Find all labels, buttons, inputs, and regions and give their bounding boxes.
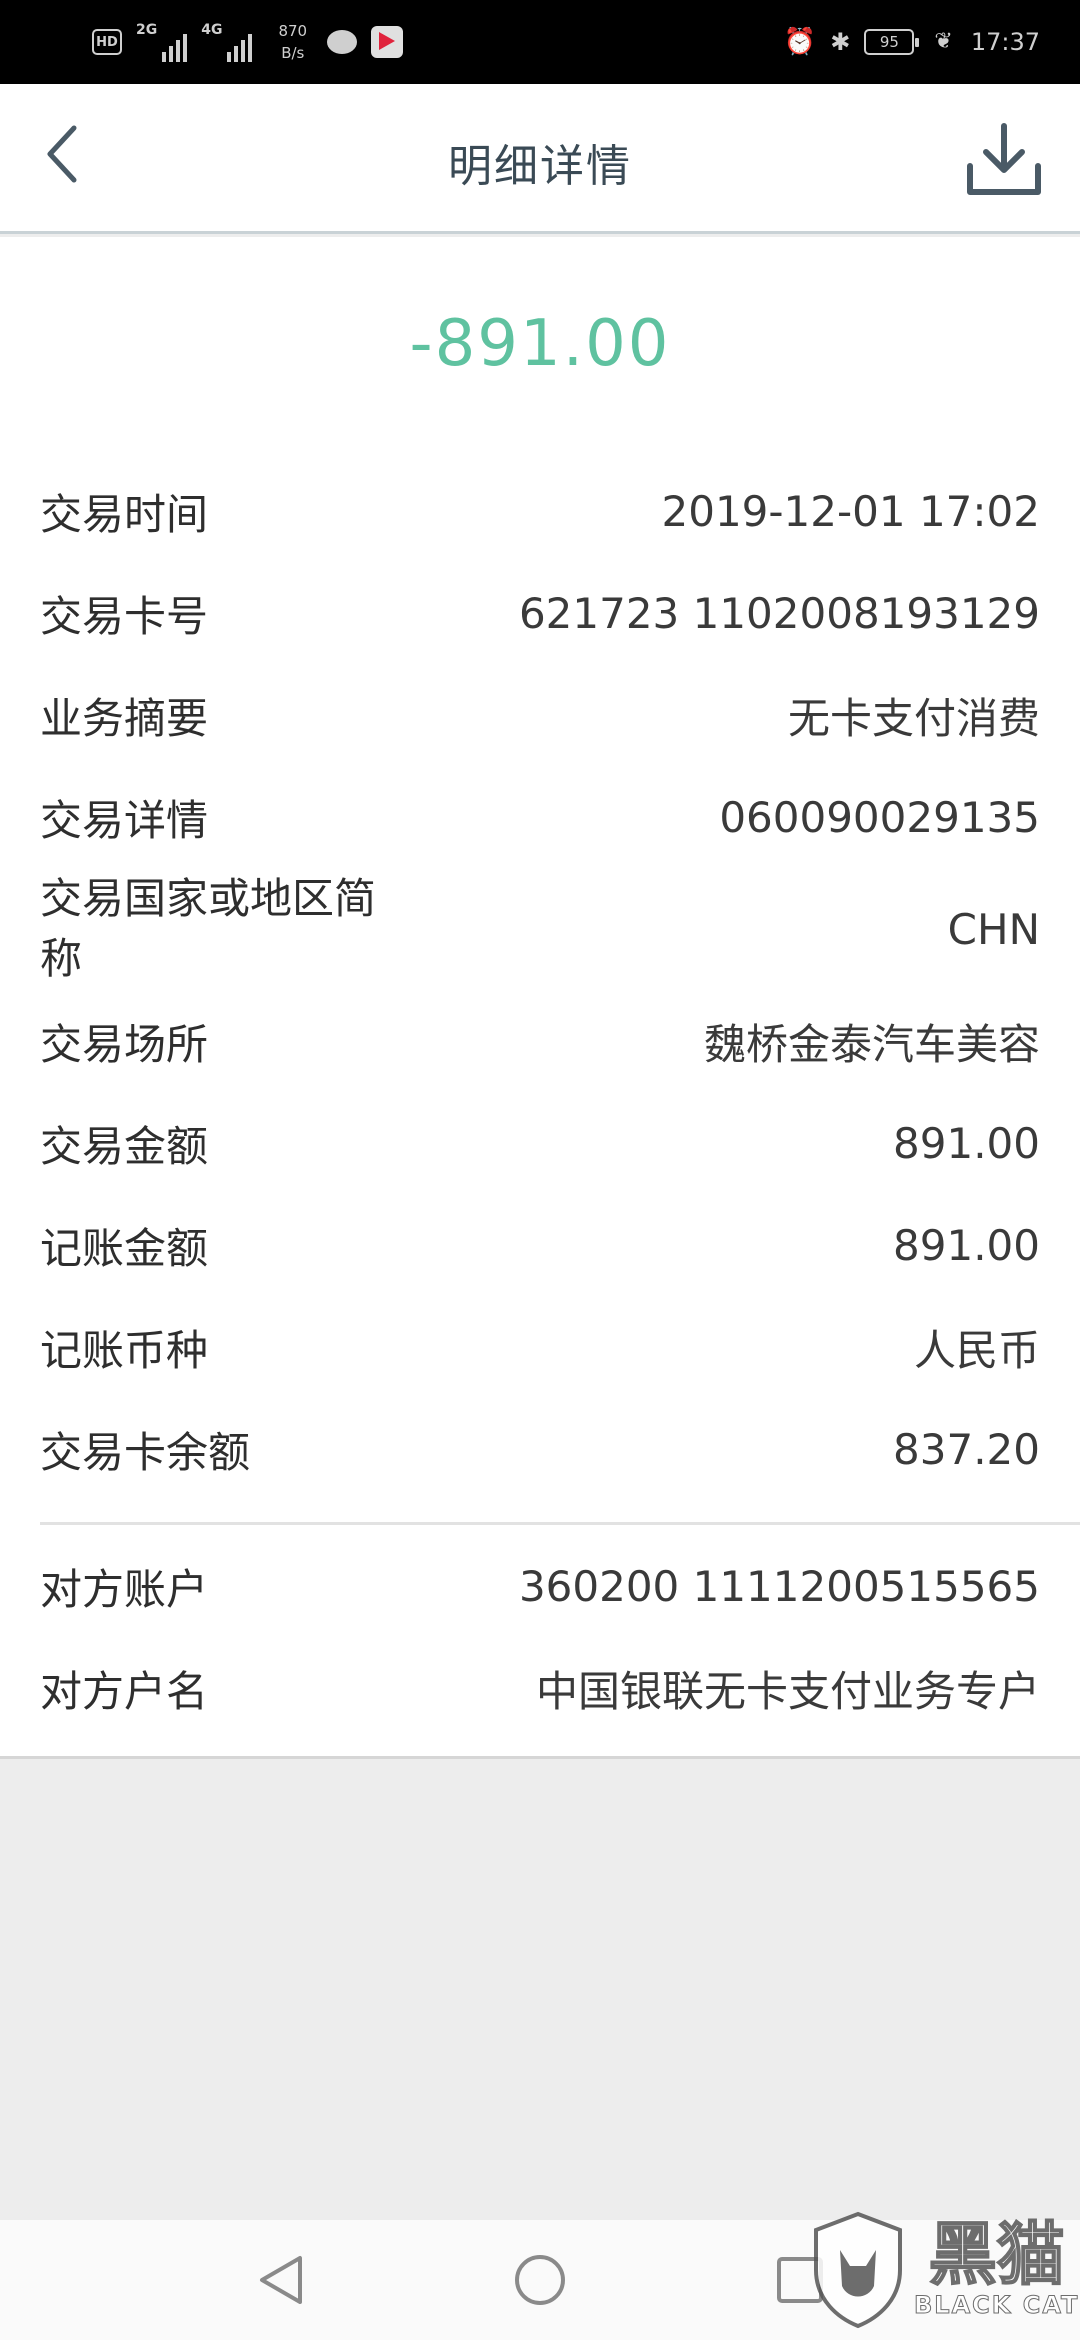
detail-value: 中国银联无卡支付业务专户 [535, 1666, 1040, 1716]
detail-value: 人民币 [913, 1325, 1040, 1375]
detail-label: 交易卡号 [40, 591, 209, 641]
detail-row-transaction-time: 交易时间 2019-12-01 17:02 [40, 460, 1040, 562]
detail-value: 2019-12-01 17:02 [661, 486, 1040, 536]
network-speed-unit: B/s [281, 44, 305, 62]
detail-label: 交易国家或地区简称 [40, 874, 377, 983]
nav-home-button[interactable] [500, 2240, 580, 2320]
detail-row-transaction-detail: 交易详情 060090029135 [40, 766, 1040, 868]
detail-row-balance: 交易卡余额 837.20 [40, 1398, 1040, 1500]
detail-row-merchant: 交易场所 魏桥金泰汽车美容 [40, 990, 1040, 1092]
leaf-icon: ❦ [934, 29, 953, 54]
hd-badge: HD [92, 29, 122, 55]
download-icon [967, 123, 1041, 195]
alarm-icon: ⏰ [783, 27, 817, 57]
detail-label: 交易场所 [40, 1019, 209, 1069]
detail-value: 891.00 [893, 1220, 1040, 1270]
watermark-text: 黑猫 BLACK CAT [913, 2216, 1080, 2320]
status-time: 17:37 [970, 28, 1040, 56]
detail-value: 837.20 [893, 1424, 1040, 1474]
detail-row-posted-amount: 记账金额 891.00 [40, 1194, 1040, 1296]
bluetooth-icon: ✱ [830, 28, 851, 56]
detail-row-country: 交易国家或地区简称 CHN [40, 868, 1040, 990]
detail-label: 对方户名 [40, 1666, 209, 1716]
detail-label: 交易详情 [40, 795, 209, 845]
nav-back-button[interactable] [240, 2240, 320, 2320]
detail-list: 交易时间 2019-12-01 17:02 交易卡号 621723 110200… [40, 460, 1080, 1739]
signal-2g-label: 2G [136, 22, 158, 38]
detail-label: 记账币种 [40, 1325, 209, 1375]
status-left: HD 2G 4G 870 B/s [92, 20, 404, 64]
detail-card: -891.00 交易时间 2019-12-01 17:02 交易卡号 62172… [0, 237, 1080, 1759]
detail-value: 060090029135 [719, 792, 1040, 842]
detail-value: 魏桥金泰汽车美容 [703, 1019, 1040, 1069]
triangle-back-icon [260, 2256, 302, 2304]
detail-label: 对方账户 [40, 1564, 209, 1614]
detail-value: 891.00 [893, 1118, 1040, 1168]
detail-row-currency: 记账币种 人民币 [40, 1296, 1040, 1398]
transaction-amount: -891.00 [409, 307, 671, 381]
video-app-icon [371, 26, 404, 58]
detail-row-card-number: 交易卡号 621723 1102008193129 [40, 562, 1040, 664]
detail-row-summary: 业务摘要 无卡支付消费 [40, 664, 1040, 766]
detail-row-transaction-amount: 交易金额 891.00 [40, 1092, 1040, 1194]
header: 明细详情 [0, 84, 1080, 234]
detail-row-counterparty-account: 对方账户 360200 1111200515565 [40, 1535, 1040, 1637]
detail-value: 360200 1111200515565 [518, 1561, 1040, 1611]
download-button[interactable] [964, 120, 1044, 200]
detail-value: 无卡支付消费 [787, 693, 1040, 743]
detail-label: 记账金额 [40, 1223, 209, 1273]
signal-4g-icon: 4G [201, 22, 253, 62]
page-title: 明细详情 [448, 141, 632, 192]
detail-label: 业务摘要 [40, 693, 209, 743]
network-speed-value: 870 [278, 22, 308, 40]
detail-value: CHN [947, 904, 1040, 954]
watermark-en: BLACK CAT [913, 2291, 1080, 2320]
status-right: ⏰ ✱ 95 ❦ 17:37 [784, 28, 1040, 56]
detail-row-counterparty-name: 对方户名 中国银联无卡支付业务专户 [40, 1637, 1040, 1739]
watermark-cn: 黑猫 [928, 2216, 1066, 2295]
detail-label: 交易金额 [40, 1121, 209, 1171]
detail-label: 交易卡余额 [40, 1427, 251, 1477]
signal-2g-icon: 2G [136, 22, 188, 62]
black-cat-watermark: 黑猫 BLACK CAT [810, 2200, 1080, 2340]
chat-notification-icon [327, 30, 358, 54]
detail-label: 交易时间 [40, 489, 209, 539]
battery-indicator: 95 [864, 29, 920, 55]
divider [40, 1522, 1080, 1525]
shield-cat-logo-icon [814, 2211, 902, 2329]
detail-value: 621723 1102008193129 [518, 588, 1040, 638]
signal-4g-label: 4G [201, 22, 223, 38]
circle-home-icon [515, 2255, 565, 2305]
network-speed: 870 B/s [278, 20, 307, 64]
status-bar: HD 2G 4G 870 B/s ⏰ ✱ 95 ❦ 17:37 [0, 0, 1080, 84]
